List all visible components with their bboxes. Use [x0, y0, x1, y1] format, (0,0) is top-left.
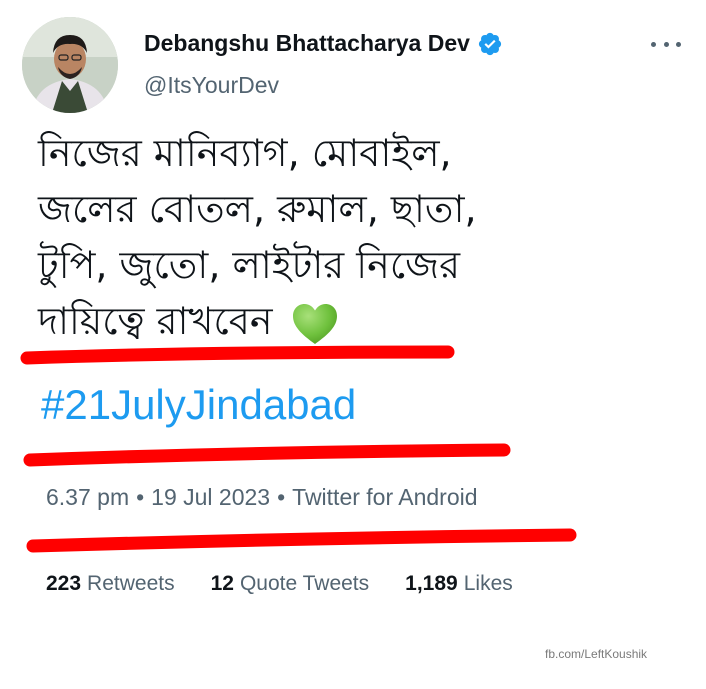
green-heart-icon: [292, 303, 337, 344]
retweets-label: Retweets: [87, 572, 175, 595]
verified-badge-icon: [478, 32, 502, 55]
likes-count: 1,189: [405, 572, 458, 595]
retweets-stat[interactable]: 223 Retweets: [46, 572, 175, 596]
avatar[interactable]: [22, 17, 118, 113]
tweet-line: নিজের মানিব্যাগ, মোবাইল,: [38, 131, 452, 175]
tweet-source[interactable]: Twitter for Android: [292, 484, 477, 510]
tweet-line-last: দায়িত্বে রাখবেন: [38, 293, 598, 349]
author-row: Debangshu Bhattacharya Dev: [144, 30, 503, 57]
likes-stat[interactable]: 1,189 Likes: [405, 572, 513, 596]
red-underline-2: [23, 443, 511, 467]
tweet-line: জলের বোতল, রুমাল, ছাতা,: [38, 187, 477, 231]
hashtag-link[interactable]: #21JulyJindabad: [41, 381, 356, 429]
quotes-count: 12: [210, 572, 234, 595]
red-underline-1: [20, 345, 455, 365]
avatar-photo: [22, 17, 118, 113]
separator: •: [136, 484, 145, 510]
tweet-meta: 6.37 pm • 19 Jul 2023 • Twitter for Android: [46, 484, 478, 511]
separator: •: [277, 484, 286, 510]
red-underline-3: [26, 528, 577, 553]
tweet-line: টুপি, জুতো, লাইটার নিজের: [38, 243, 461, 287]
likes-label: Likes: [463, 572, 513, 595]
author-display-name[interactable]: Debangshu Bhattacharya Dev: [144, 30, 470, 57]
quotes-label: Quote Tweets: [239, 572, 370, 595]
credit-watermark: fb.com/LeftKoushik: [545, 647, 648, 661]
tweet-date[interactable]: 19 Jul 2023: [151, 484, 270, 510]
tweet-stats: 223 Retweets 12 Quote Tweets 1,189 Likes: [46, 572, 549, 596]
author-handle[interactable]: @ItsYourDev: [144, 72, 279, 99]
tweet-text: নিজের মানিব্যাগ, মোবাইল, জলের বোতল, রুমা…: [38, 125, 598, 349]
quote-tweets-stat[interactable]: 12 Quote Tweets: [211, 572, 370, 596]
tweet-line: দায়িত্বে রাখবেন: [38, 299, 273, 343]
retweets-count: 223: [46, 572, 82, 595]
more-options-button[interactable]: [651, 36, 681, 52]
more-horizontal-icon: [651, 41, 656, 47]
tweet-time[interactable]: 6.37 pm: [46, 484, 129, 510]
